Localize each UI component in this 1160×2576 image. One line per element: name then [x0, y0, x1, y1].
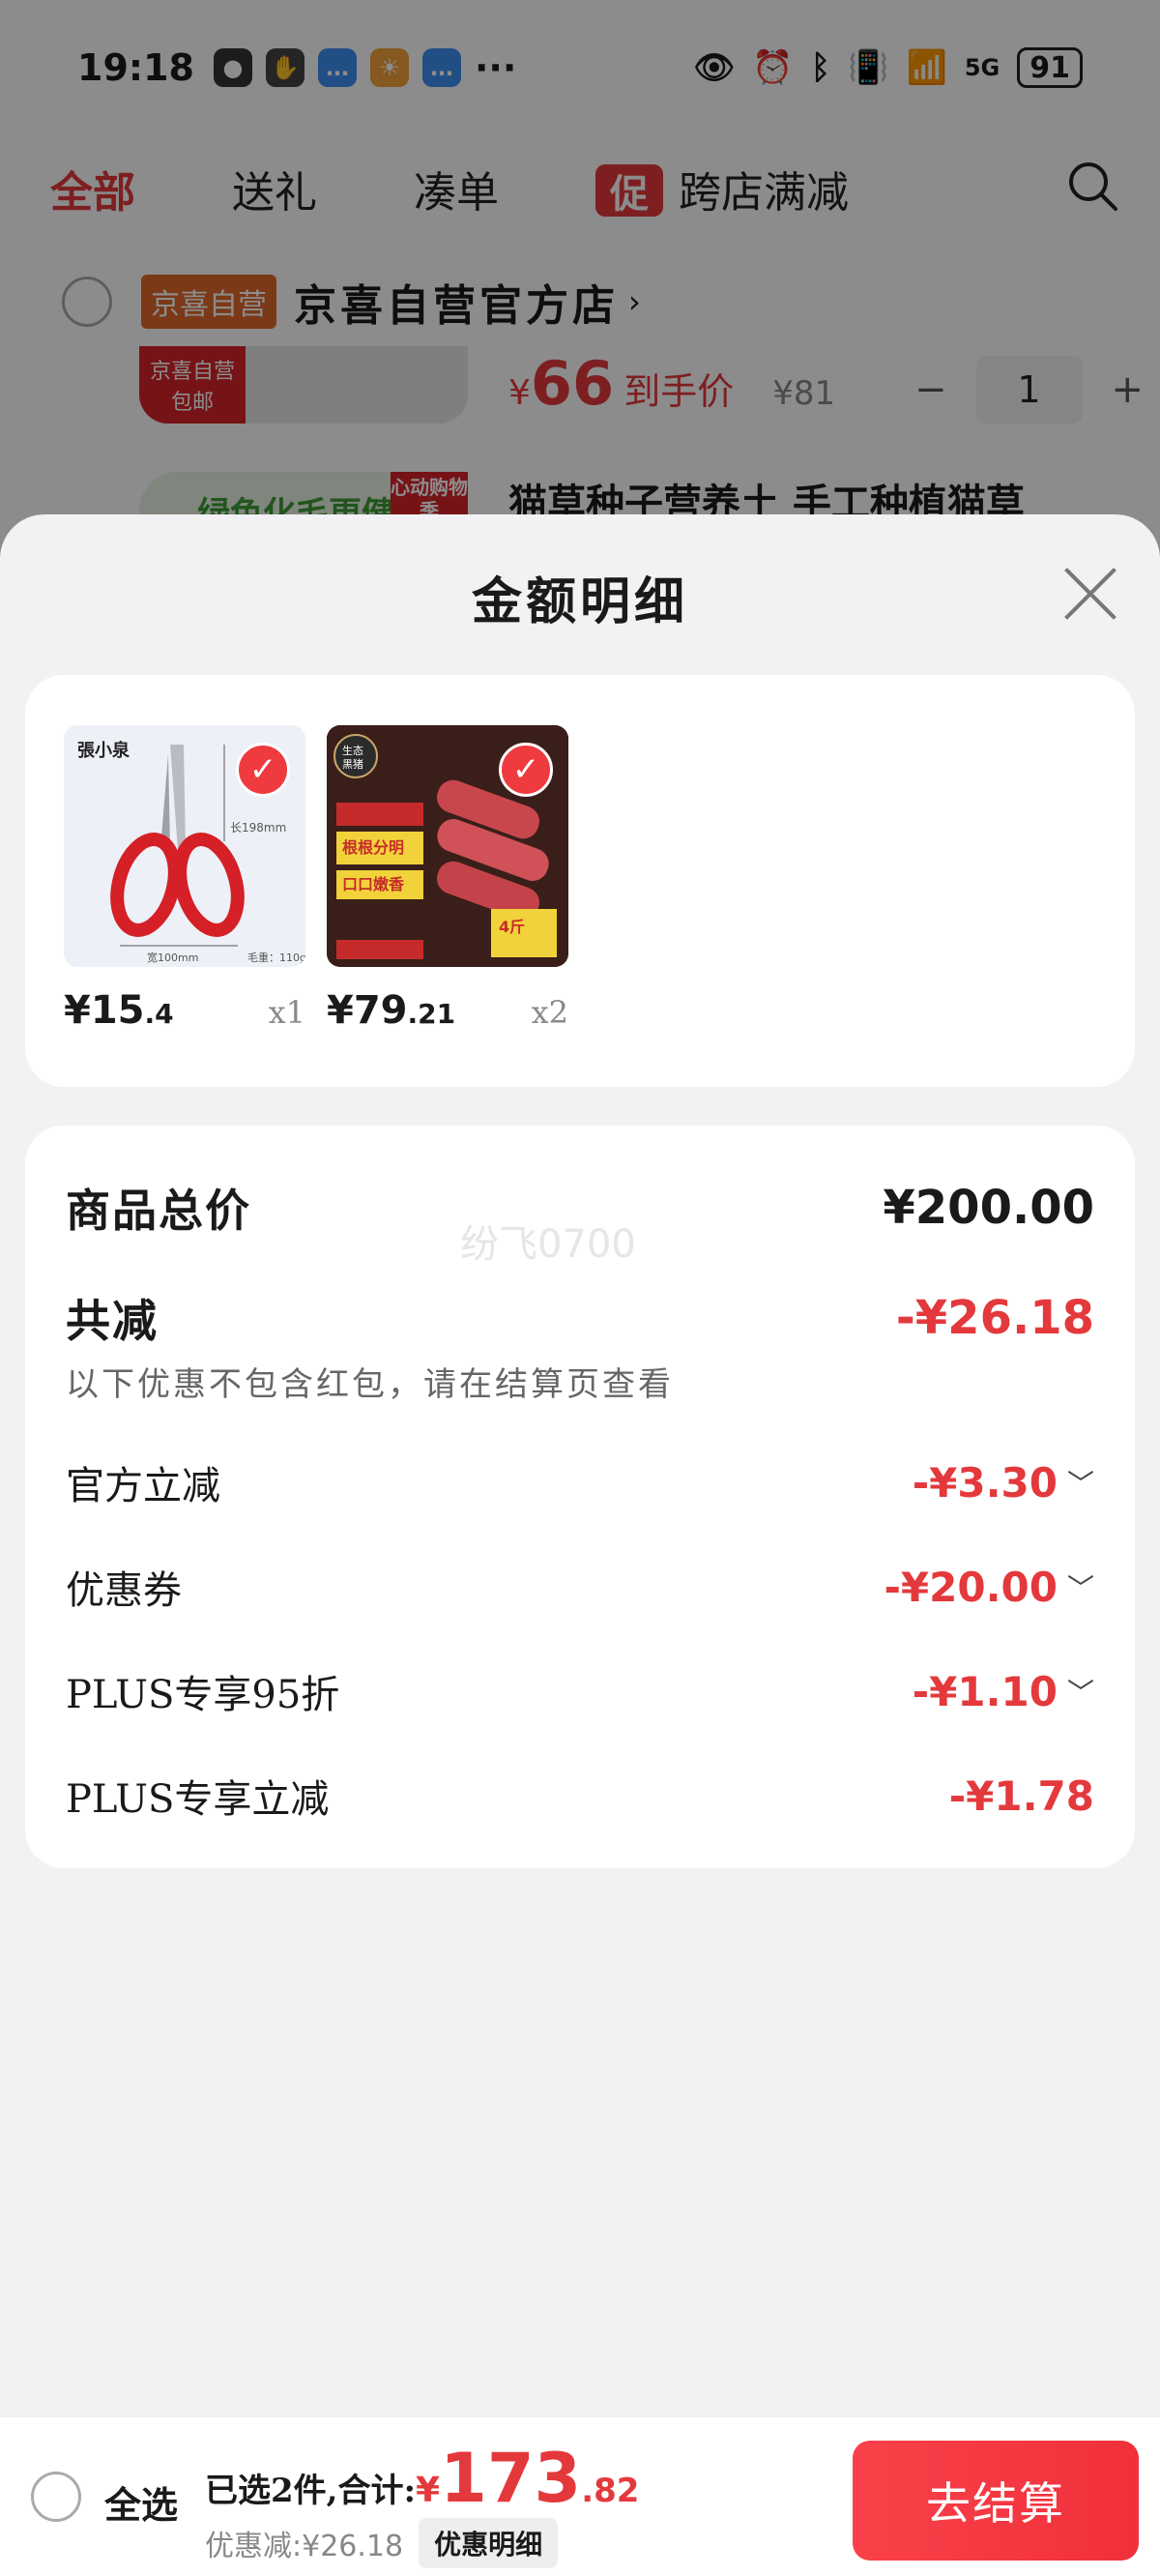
svg-text:生态: 生态: [342, 744, 363, 757]
discount-item-row[interactable]: 优惠券 -¥20.00 ﹀: [66, 1559, 1094, 1615]
discount-item-value: -¥1.10 ﹀: [913, 1668, 1094, 1715]
discount-value: -¥26.18: [895, 1291, 1094, 1345]
product-price: ¥79.21: [327, 988, 455, 1033]
svg-text:口口嫩香: 口口嫩香: [342, 875, 405, 893]
discount-item-label: 优惠券: [66, 1568, 182, 1613]
price-decimal: .21: [407, 998, 456, 1030]
chevron-down-icon[interactable]: ﹀: [1067, 1672, 1094, 1711]
discount-item-label: 官方立减: [66, 1464, 220, 1508]
total-value: ¥200.00: [883, 1181, 1094, 1235]
amount-detail-sheet: 金额明细 張小泉 长198mm 宽100mm 毛重：110g ✓ ¥15.4 x…: [0, 514, 1160, 2576]
total-decimal: .82: [581, 2472, 640, 2510]
summary-card: 纷飞0700 商品总价 ¥200.00 共减 -¥26.18 以下优惠不包含红包…: [25, 1126, 1135, 1868]
svg-text:根根分明: 根根分明: [342, 838, 404, 857]
chevron-down-icon[interactable]: ﹀: [1067, 1567, 1094, 1606]
discount-summary: 优惠减:¥26.18: [205, 2530, 404, 2563]
total-label: 商品总价: [66, 1185, 251, 1237]
product-item[interactable]: 張小泉 长198mm 宽100mm 毛重：110g ✓ ¥15.4 x1: [64, 725, 305, 1033]
close-icon[interactable]: [1061, 565, 1119, 623]
discount-label: 共减: [66, 1295, 159, 1347]
checkout-button[interactable]: 去结算: [853, 2441, 1139, 2561]
dim-overlay[interactable]: [0, 0, 1160, 580]
discount-item-row[interactable]: 官方立减 -¥3.30 ﹀: [66, 1454, 1094, 1510]
product-qty: x2: [531, 994, 568, 1031]
discount-detail-button[interactable]: 优惠明细: [419, 2518, 559, 2568]
product-price: ¥15.4: [64, 988, 174, 1033]
svg-text:长198mm: 长198mm: [230, 821, 286, 834]
discount-item-value: -¥3.30 ﹀: [913, 1459, 1094, 1507]
select-all-label[interactable]: 全选: [104, 2475, 178, 2529]
svg-text:宽100mm: 宽100mm: [147, 951, 198, 964]
products-card: 張小泉 长198mm 宽100mm 毛重：110g ✓ ¥15.4 x1 生态 …: [25, 675, 1135, 1087]
discount-item-value: -¥20.00 ﹀: [884, 1564, 1094, 1611]
price-integer: ¥15: [64, 988, 145, 1033]
select-all-checkbox[interactable]: [31, 2472, 81, 2522]
price-decimal: .4: [144, 998, 174, 1030]
discount-item-label: PLUS专享95折: [66, 1673, 340, 1717]
discount-item-row[interactable]: PLUS专享95折 -¥1.10 ﹀: [66, 1663, 1094, 1719]
selected-total: 已选2件,合计: ¥ 173 .82: [205, 2439, 639, 2518]
sheet-title: 金额明细: [471, 572, 688, 631]
discount-item-amount: -¥1.10: [912, 1667, 1058, 1715]
svg-text:黑猪: 黑猪: [342, 758, 363, 771]
product-item[interactable]: 生态 黑猪 根根分明 口口嫩香 4斤 ✓ ¥79.21 x2: [327, 725, 568, 1033]
pork-ribs-image: 生态 黑猪 根根分明 口口嫩香 4斤 ✓: [327, 725, 568, 967]
discount-note: 以下优惠不包含红包，请在结算页查看: [66, 1365, 674, 1404]
price-integer: ¥79: [327, 988, 408, 1033]
product-price-row: ¥79.21 x2: [327, 988, 568, 1033]
total-row: 商品总价 ¥200.00: [66, 1176, 1094, 1240]
chevron-down-icon[interactable]: ﹀: [1067, 1463, 1094, 1502]
svg-text:4斤: 4斤: [499, 918, 525, 936]
discount-item-row: PLUS专享立减 -¥1.78: [66, 1768, 1094, 1824]
selected-text: 已选2件,合计:: [205, 2472, 417, 2510]
discount-row: 共减 -¥26.18: [66, 1286, 1094, 1350]
discount-item-label: PLUS专享立减: [66, 1777, 330, 1822]
svg-text:張小泉: 張小泉: [77, 740, 130, 761]
svg-text:毛重：110g: 毛重：110g: [247, 951, 305, 964]
discount-item-amount: -¥1.78: [948, 1771, 1094, 1820]
discount-item-amount: -¥20.00: [884, 1563, 1058, 1611]
check-icon[interactable]: ✓: [236, 743, 290, 797]
checkout-bar: 全选 已选2件,合计: ¥ 173 .82 优惠减:¥26.18 优惠明细 去结…: [0, 2417, 1160, 2576]
scissors-image: 張小泉 长198mm 宽100mm 毛重：110g ✓: [64, 725, 305, 967]
discount-item-value: -¥1.78: [949, 1772, 1094, 1820]
total-integer: 173: [440, 2439, 582, 2518]
total-symbol: ¥: [416, 2471, 441, 2510]
product-price-row: ¥15.4 x1: [64, 988, 305, 1033]
check-icon[interactable]: ✓: [499, 743, 553, 797]
discount-item-amount: -¥3.30: [912, 1458, 1058, 1507]
discount-line: 优惠减:¥26.18 优惠明细: [205, 2518, 559, 2568]
product-qty: x1: [268, 994, 305, 1031]
